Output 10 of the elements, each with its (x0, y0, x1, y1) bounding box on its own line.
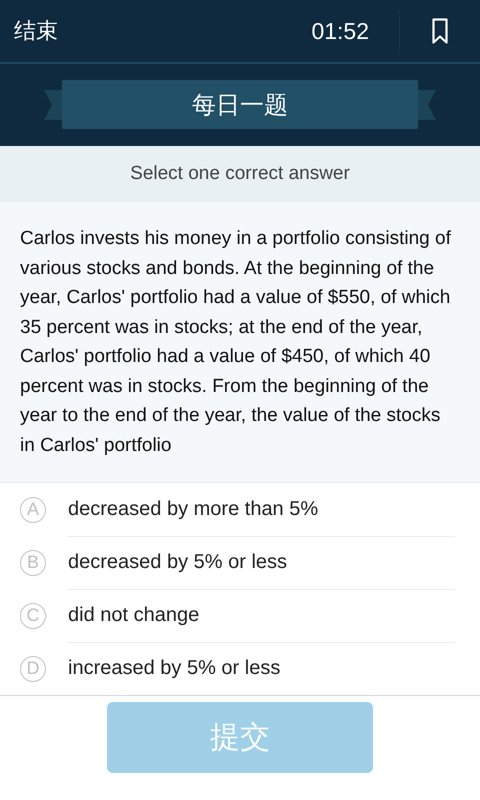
option-text[interactable]: decreased by more than 5% (68, 498, 318, 520)
question-text: Carlos invests his money in a portfolio consisting of various stocks and bonds. At the beginning of the year, Carlos' portfolio had a value of $550, of which 35 percent was in stocks; at the end of the year, Carlos' portfolio had a value of $450, of which 40 percent was in stocks. From the beginning of the year to the end of the year, the value of the stocks in Carlos' portfolio (0, 202, 480, 483)
option-text[interactable]: increased by 5% or less (68, 657, 280, 680)
bookmark-icon[interactable] (432, 18, 448, 44)
end-button[interactable]: 结束 (14, 16, 312, 46)
banner-title: 每日一题 (62, 80, 418, 129)
instruction-text: Select one correct answer (0, 146, 480, 202)
option-text[interactable]: did not change (68, 604, 200, 626)
option-text[interactable]: decreased by 5% or less (68, 550, 288, 574)
timer: 01:52 (311, 18, 369, 44)
